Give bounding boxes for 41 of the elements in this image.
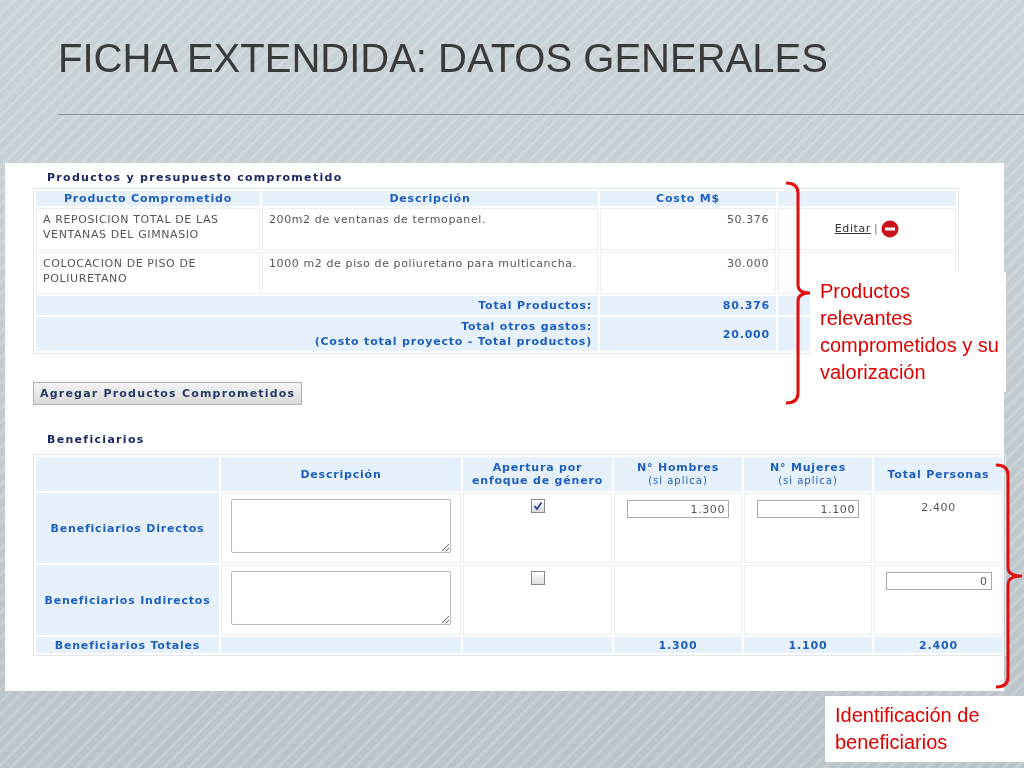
total-value: 80.376	[600, 296, 776, 315]
section-heading: Beneficiarios	[47, 433, 146, 446]
separator: |	[873, 222, 879, 235]
delete-icon[interactable]	[881, 220, 900, 238]
total-text: 2.400	[921, 500, 956, 515]
table-cell: 200m2 de ventanas de termopanel.	[262, 208, 598, 250]
column-header: Producto Comprometido	[36, 191, 260, 206]
description-field[interactable]	[231, 499, 451, 553]
row-header: Beneficiarios Totales	[36, 637, 219, 653]
table-cell: 50.376	[600, 208, 776, 250]
column-header: Apertura por enfoque de género	[463, 457, 612, 491]
total-value: 1.100	[744, 637, 872, 653]
column-header: N° Mujeres (si aplica)	[744, 457, 872, 491]
callout-text: Productos relevantes comprometidos y su valorización	[810, 272, 1006, 392]
edit-link[interactable]: Editar	[834, 222, 871, 235]
callout-text: Identificación de beneficiarios	[825, 696, 1024, 762]
checkbox[interactable]	[530, 499, 545, 513]
column-header: Descripción	[262, 191, 598, 206]
number-field[interactable]: 1.100	[757, 500, 859, 518]
total-label: Total otros gastos: (Costo total proyecto - Total productos)	[36, 317, 598, 351]
table-cell: 1000 m2 de piso de poliuretano para multicancha.	[262, 252, 598, 294]
row-header: Beneficiarios Directos	[36, 493, 219, 563]
slide-title: FICHA EXTENDIDA: DATOS GENERALES	[58, 35, 829, 82]
add-products-button[interactable]: Agregar Productos Comprometidos	[33, 382, 303, 405]
column-header: N° Hombres (si aplica)	[614, 457, 742, 491]
table-cell: A REPOSICION TOTAL DE LAS VENTANAS DEL GIMNASIO	[36, 208, 260, 250]
description-field[interactable]	[231, 571, 451, 625]
checkbox[interactable]	[530, 571, 545, 585]
total-value: 20.000	[600, 317, 776, 351]
row-header: Beneficiarios Indirectos	[36, 565, 219, 635]
column-header: Total Personas	[874, 457, 1003, 491]
column-header: Costo M$	[600, 191, 776, 206]
section-heading: Productos y presupuesto comprometido	[47, 171, 344, 184]
table-cell: COLOCACION DE PISO DE POLIURETANO	[36, 252, 260, 294]
number-field[interactable]: 1.300	[627, 500, 729, 518]
number-field[interactable]: 0	[885, 572, 992, 590]
table-cell: 30.000	[600, 252, 776, 294]
total-value: 1.300	[614, 637, 742, 653]
column-header: Descripción	[221, 457, 461, 491]
total-value: 2.400	[874, 637, 1003, 653]
total-label: Total Productos:	[36, 296, 598, 315]
